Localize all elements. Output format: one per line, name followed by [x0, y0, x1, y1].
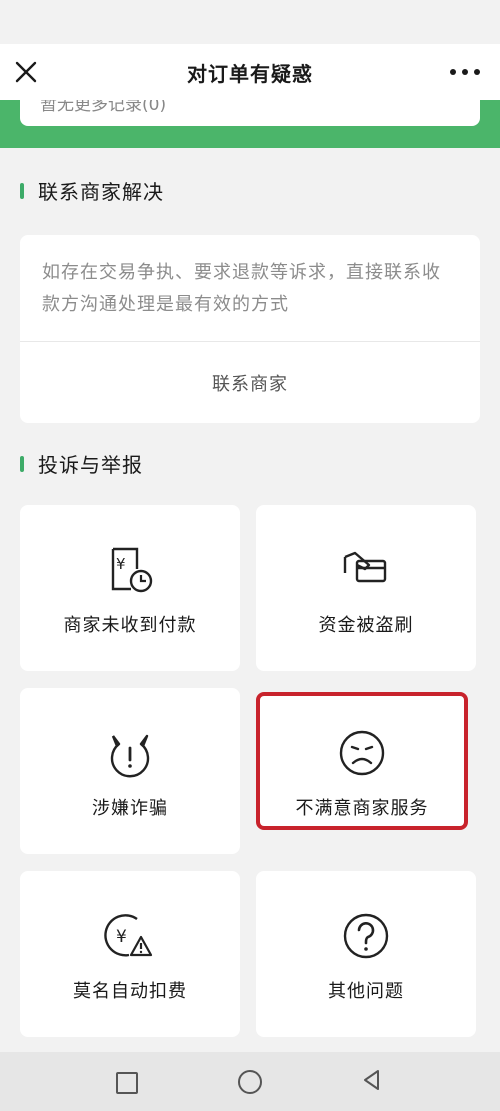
page-title: 对订单有疑惑	[187, 61, 313, 86]
home-icon[interactable]	[238, 1070, 262, 1094]
question-icon	[343, 913, 389, 959]
contact-section-label: 联系商家解决	[38, 180, 164, 204]
close-icon[interactable]	[12, 58, 40, 86]
complaint-section-title: 投诉与举报	[20, 449, 143, 478]
yuan-warning-icon: ¥	[104, 914, 153, 957]
tile-label: 涉嫌诈骗	[92, 798, 168, 819]
tile-label: 商家未收到付款	[63, 615, 197, 636]
card-hand-icon	[343, 551, 387, 583]
contact-description: 如存在交易争执、要求退款等诉求，直接联系收款方沟通处理是最有效的方式	[42, 262, 441, 315]
sad-face-icon	[339, 730, 385, 776]
svg-text:¥: ¥	[116, 555, 126, 573]
navigation-bar: 对订单有疑惑	[0, 44, 500, 100]
contact-card: 如存在交易争执、要求退款等诉求，直接联系收款方沟通处理是最有效的方式 联系商家	[20, 235, 480, 423]
complaint-section-label: 投诉与举报	[38, 453, 143, 477]
yuan-receipt-clock-icon: ¥	[111, 547, 153, 593]
tile-unknown-auto-charge[interactable]: ¥ 莫名自动扣费	[20, 871, 240, 1037]
order-banner: 暂无更多记录(0)	[0, 100, 500, 148]
tile-merchant-not-received[interactable]: ¥ 商家未收到付款	[20, 505, 240, 671]
devil-exclamation-icon	[110, 734, 150, 778]
svg-text:¥: ¥	[116, 927, 127, 947]
tile-label: 莫名自动扣费	[73, 981, 187, 1002]
back-icon[interactable]	[360, 1068, 384, 1092]
more-dots-icon[interactable]	[450, 58, 480, 86]
recent-apps-icon[interactable]	[116, 1072, 138, 1094]
tile-funds-stolen[interactable]: 资金被盗刷	[256, 505, 476, 671]
order-card-text: 暂无更多记录(0)	[40, 100, 167, 115]
section-marker	[20, 455, 24, 472]
contact-merchant-button[interactable]: 联系商家	[20, 342, 480, 423]
order-card: 暂无更多记录(0)	[20, 100, 480, 126]
system-nav-bar	[0, 1052, 500, 1111]
section-marker	[20, 182, 24, 199]
tile-label: 不满意商家服务	[295, 798, 429, 819]
tile-unsatisfied-service[interactable]: 不满意商家服务	[256, 692, 468, 830]
tile-suspected-fraud[interactable]: 涉嫌诈骗	[20, 688, 240, 854]
status-bar	[0, 0, 500, 44]
contact-section-title: 联系商家解决	[20, 176, 164, 205]
tile-label: 资金被盗刷	[318, 615, 414, 636]
tile-other-issues[interactable]: 其他问题	[256, 871, 476, 1037]
tile-label: 其他问题	[328, 981, 404, 1002]
